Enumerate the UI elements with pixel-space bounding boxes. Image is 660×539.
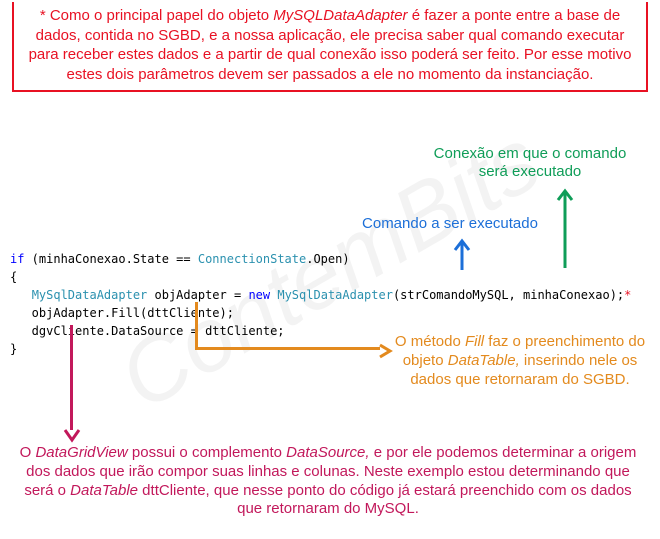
arrow-down-icon [63,428,81,444]
callout-text: * Como o principal papel do objeto MySQL… [29,7,632,83]
annotation-connection: Conexão em que o comando será executado [420,145,640,181]
connector-datasource [70,325,73,430]
annotation-datagrid-datasource: O DataGridView possui o complemento Data… [10,444,646,519]
annotation-command: Comando a ser executado [325,215,575,232]
connector-fill [195,302,380,350]
annotation-fill-method: O método Fill faz o preenchimento do obj… [390,333,650,389]
top-callout-adapter: * Como o principal papel do objeto MySQL… [12,2,648,92]
